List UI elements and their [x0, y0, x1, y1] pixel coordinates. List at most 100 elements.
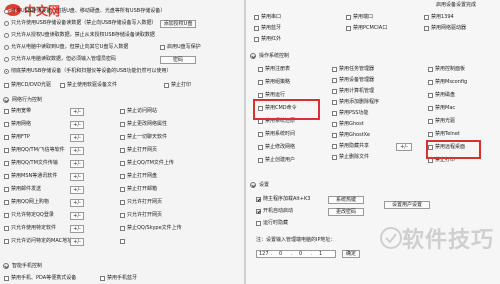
- option-checkbox[interactable]: [332, 111, 337, 116]
- os-option-label: 禁用系统时间: [265, 131, 296, 137]
- option-checkbox[interactable]: [4, 135, 9, 140]
- port-option-label: 禁用串口: [261, 14, 282, 20]
- option-checkbox[interactable]: [332, 144, 337, 149]
- option-checkbox[interactable]: [120, 213, 125, 218]
- option-checkbox[interactable]: [332, 133, 337, 138]
- option-checkbox[interactable]: [100, 276, 105, 281]
- option-checkbox[interactable]: [428, 132, 433, 137]
- option-radio[interactable]: [4, 21, 9, 26]
- option-checkbox[interactable]: [120, 200, 125, 205]
- collapse-icon[interactable]: [3, 97, 9, 103]
- write-protect-checkbox[interactable]: [160, 45, 165, 50]
- option-checkbox[interactable]: [120, 187, 125, 192]
- collapse-icon[interactable]: [250, 182, 256, 188]
- option-checkbox[interactable]: [60, 83, 65, 88]
- watermark-text: 软件技巧: [401, 228, 494, 253]
- edit-list-button[interactable]: +/-: [70, 238, 84, 246]
- option-checkbox[interactable]: [332, 100, 337, 105]
- edit-list-button[interactable]: +/-: [70, 147, 84, 155]
- option-checkbox[interactable]: [120, 239, 125, 244]
- option-checkbox[interactable]: [258, 158, 263, 163]
- option-checkbox[interactable]: [4, 174, 9, 179]
- option-checkbox[interactable]: [4, 239, 9, 244]
- option-checkbox[interactable]: [258, 93, 263, 98]
- usb-option-label: 彻底禁用USB存储设备（手机和扫描仪等设备的USB功能仍然可以使用）: [11, 68, 172, 74]
- option-checkbox[interactable]: [4, 148, 9, 153]
- option-radio[interactable]: [4, 9, 9, 14]
- section-title: 设置: [259, 182, 270, 188]
- option-checkbox[interactable]: [256, 209, 261, 214]
- edit-list-button[interactable]: +/-: [70, 121, 84, 129]
- network-option-label: 禁用QQ网上购物: [11, 199, 49, 205]
- option-checkbox[interactable]: [332, 67, 337, 72]
- option-checkbox[interactable]: [332, 78, 337, 83]
- os-option-label: 禁止删除文件: [339, 154, 370, 160]
- option-checkbox[interactable]: [4, 226, 9, 231]
- edit-list-button[interactable]: +/-: [70, 134, 84, 142]
- option-checkbox[interactable]: [4, 109, 9, 114]
- ok-button[interactable]: 确定: [342, 250, 360, 258]
- option-checkbox[interactable]: [120, 148, 125, 153]
- option-checkbox[interactable]: [120, 109, 125, 114]
- option-checkbox[interactable]: [332, 89, 337, 94]
- os-option-label: 禁用注册表: [265, 66, 291, 72]
- option-checkbox[interactable]: [258, 145, 263, 150]
- option-checkbox[interactable]: [424, 15, 429, 20]
- setting-button[interactable]: 系统热键: [328, 196, 364, 204]
- edit-list-button[interactable]: +/-: [70, 186, 84, 194]
- option-checkbox[interactable]: [164, 83, 169, 88]
- option-checkbox[interactable]: [4, 83, 9, 88]
- option-checkbox[interactable]: [4, 161, 9, 166]
- edit-list-button[interactable]: +/-: [70, 199, 84, 207]
- option-checkbox[interactable]: [256, 197, 261, 202]
- option-checkbox[interactable]: [120, 122, 125, 127]
- option-checkbox[interactable]: [254, 37, 259, 42]
- option-checkbox[interactable]: [120, 161, 125, 166]
- ip-octet: 0: [279, 251, 283, 257]
- option-checkbox[interactable]: [428, 67, 433, 72]
- user-settings-button[interactable]: 设置用户设置: [384, 201, 430, 209]
- option-checkbox[interactable]: [258, 80, 263, 85]
- option-checkbox[interactable]: [254, 15, 259, 20]
- option-checkbox[interactable]: [346, 26, 351, 31]
- option-checkbox[interactable]: [4, 213, 9, 218]
- edit-list-button[interactable]: +/-: [70, 212, 84, 220]
- option-radio[interactable]: [4, 69, 9, 74]
- ip-dot: .: [311, 251, 313, 257]
- edit-list-button[interactable]: +/-: [70, 225, 84, 233]
- ip-address-input[interactable]: 127. 0. 0. 1: [256, 250, 336, 258]
- option-checkbox[interactable]: [120, 174, 125, 179]
- option-checkbox[interactable]: [332, 122, 337, 127]
- option-checkbox[interactable]: [4, 122, 9, 127]
- option-checkbox[interactable]: [120, 135, 125, 140]
- option-checkbox[interactable]: [332, 155, 337, 160]
- option-checkbox[interactable]: [424, 26, 429, 31]
- option-radio[interactable]: [4, 57, 9, 62]
- option-radio[interactable]: [4, 33, 9, 38]
- option-radio[interactable]: [4, 45, 9, 50]
- setting-button[interactable]: 更改密码: [328, 208, 364, 216]
- usb-option-button[interactable]: 添加授权U盘: [160, 20, 196, 28]
- option-checkbox[interactable]: [428, 119, 433, 124]
- option-checkbox[interactable]: [258, 132, 263, 137]
- usb-option-button[interactable]: 密码: [160, 56, 196, 64]
- edit-list-button[interactable]: +/-: [70, 173, 84, 181]
- edit-share-button[interactable]: +/-: [396, 143, 412, 151]
- option-checkbox[interactable]: [4, 187, 9, 192]
- option-checkbox[interactable]: [4, 276, 9, 281]
- collapse-icon[interactable]: [3, 263, 9, 269]
- option-checkbox[interactable]: [258, 67, 263, 72]
- collapse-icon[interactable]: [250, 53, 256, 59]
- option-checkbox[interactable]: [346, 15, 351, 20]
- option-checkbox[interactable]: [256, 221, 261, 226]
- option-checkbox[interactable]: [120, 226, 125, 231]
- network-option-label: 禁止QQ/Skype文件上传: [127, 225, 182, 231]
- option-checkbox[interactable]: [428, 93, 433, 98]
- option-checkbox[interactable]: [428, 80, 433, 85]
- option-checkbox[interactable]: [428, 106, 433, 111]
- option-checkbox[interactable]: [254, 26, 259, 31]
- edit-list-button[interactable]: +/-: [70, 160, 84, 168]
- network-option-label: 只允许特定QQ登录: [11, 212, 54, 218]
- option-checkbox[interactable]: [4, 200, 9, 205]
- edit-list-button[interactable]: +/-: [70, 108, 84, 116]
